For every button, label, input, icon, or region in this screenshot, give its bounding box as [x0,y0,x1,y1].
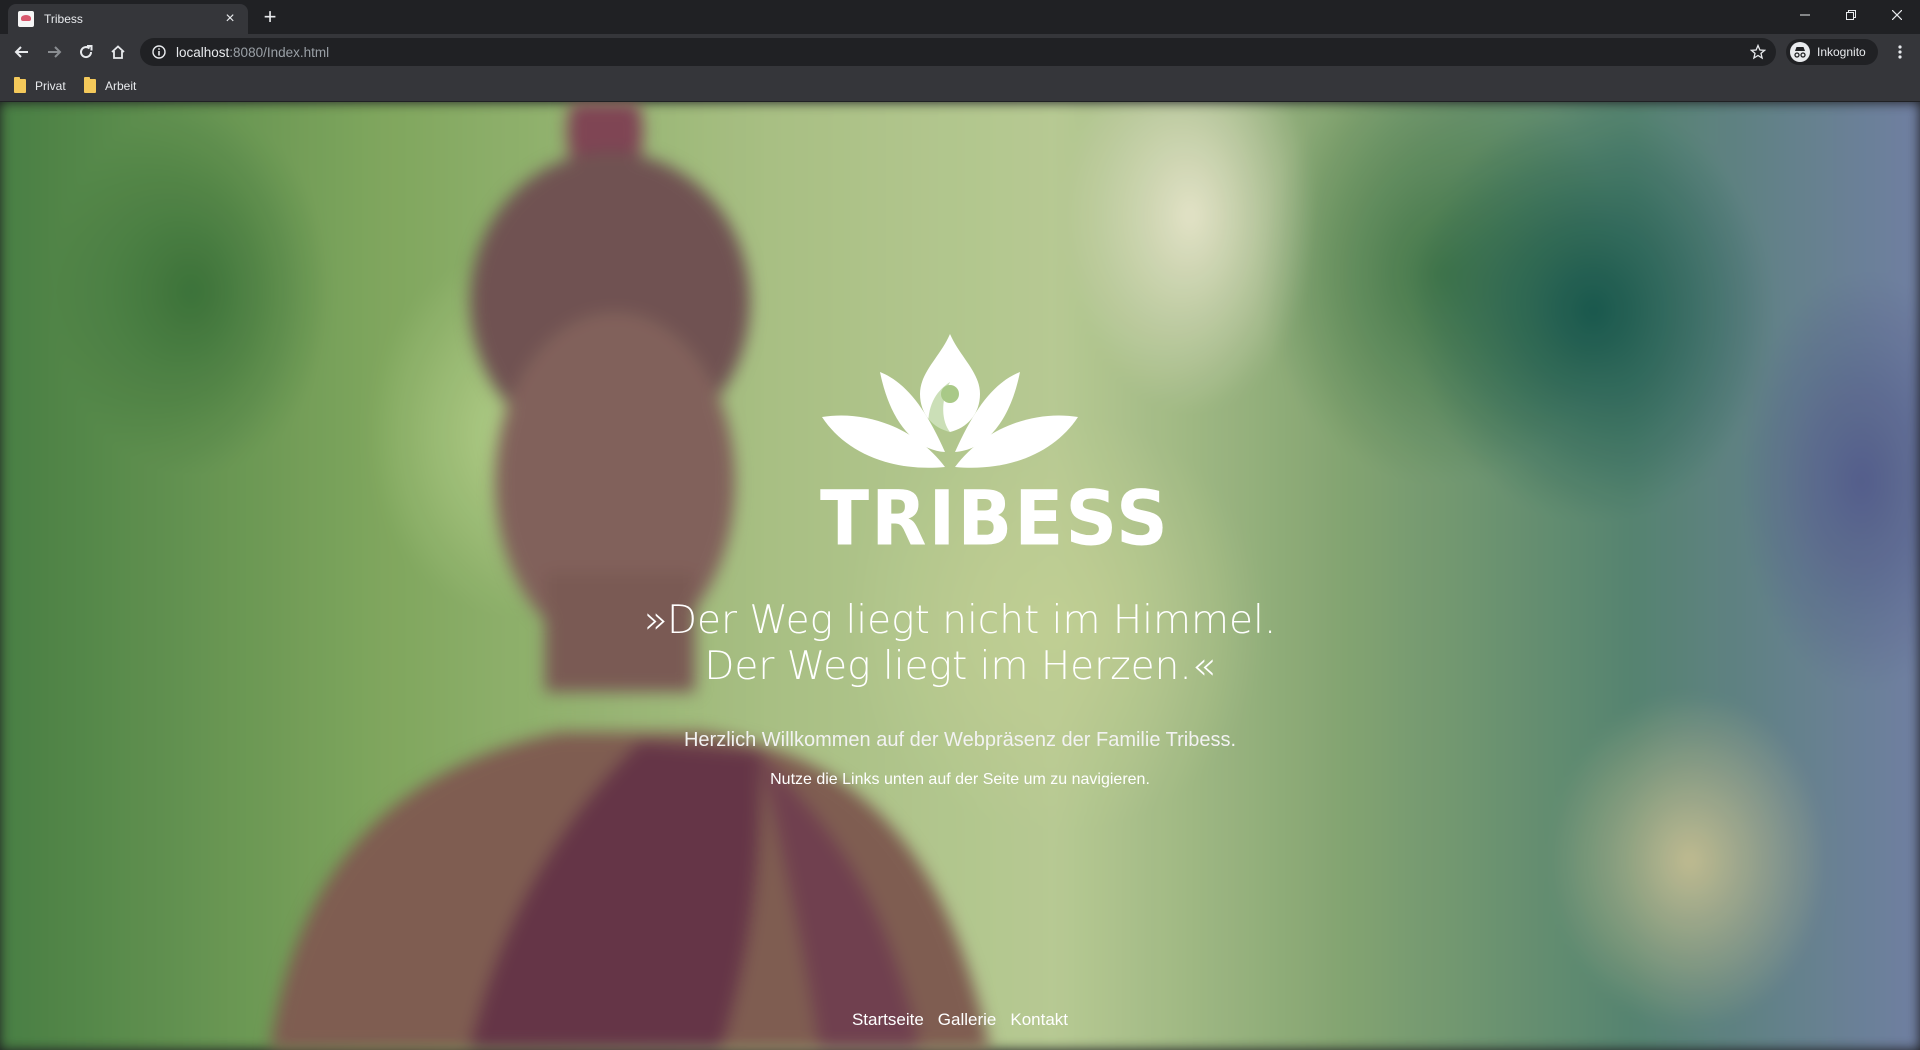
browser-titlebar: Tribess × + [0,0,1920,34]
browser-tab[interactable]: Tribess × [8,4,248,34]
image-overlay [0,102,1920,1050]
incognito-icon [1790,42,1810,62]
forward-arrow-icon[interactable] [40,38,68,66]
site-favicon-icon [18,11,34,27]
site-info-icon[interactable] [152,45,166,59]
folder-icon [14,77,26,93]
nav-link-kontakt[interactable]: Kontakt [1010,1010,1068,1030]
bookmarks-bar: Privat Arbeit [0,70,1920,102]
quote-line-1: »Der Weg liegt nicht im Himmel. [643,598,1277,643]
browser-toolbar: localhost:8080/Index.html Inkognito [0,34,1920,70]
url-path: :8080/Index.html [229,44,330,60]
quote: »Der Weg liegt nicht im Himmel. Der Weg … [560,598,1360,690]
bookmark-star-icon[interactable] [1750,44,1766,60]
welcome-text: Herzlich Willkommen auf der Webpräsenz d… [683,729,1237,751]
bookmark-label: Privat [35,79,66,93]
minimize-icon[interactable] [1782,0,1828,30]
new-tab-button[interactable]: + [258,6,282,30]
incognito-profile-button[interactable]: Inkognito [1786,39,1878,65]
more-menu-icon[interactable] [1886,38,1914,66]
bookmark-folder-arbeit[interactable]: Arbeit [84,76,136,96]
lotus-icon [822,334,1078,468]
brand-wordmark: TRIBESS [820,473,1170,563]
nav-link-gallerie[interactable]: Gallerie [938,1010,997,1030]
reload-icon[interactable] [72,38,100,66]
home-icon[interactable] [104,38,132,66]
profile-label: Inkognito [1817,45,1866,59]
bookmark-folder-privat[interactable]: Privat [14,76,66,96]
url-text[interactable]: localhost:8080/Index.html [176,45,329,60]
folder-icon [84,77,96,93]
quote-line-2: Der Weg liegt im Herzen.« [704,644,1216,689]
navigation-hint: Nutze die Links unten auf der Seite um z… [770,771,1150,788]
page-viewport: TRIBESS »Der Weg liegt nicht im Himmel. … [0,102,1920,1050]
back-arrow-icon[interactable] [8,38,36,66]
url-host: localhost [176,44,230,60]
footer-nav: Startseite Gallerie Kontakt [0,1010,1920,1030]
address-bar[interactable]: localhost:8080/Index.html [140,38,1776,66]
bookmark-label: Arbeit [105,79,137,93]
nav-link-startseite[interactable]: Startseite [852,1010,924,1030]
tribess-logo: TRIBESS [820,332,1168,556]
restore-icon[interactable] [1828,0,1874,30]
tab-close-icon[interactable]: × [222,11,238,27]
window-close-icon[interactable] [1874,0,1920,30]
tab-title: Tribess [44,12,83,26]
